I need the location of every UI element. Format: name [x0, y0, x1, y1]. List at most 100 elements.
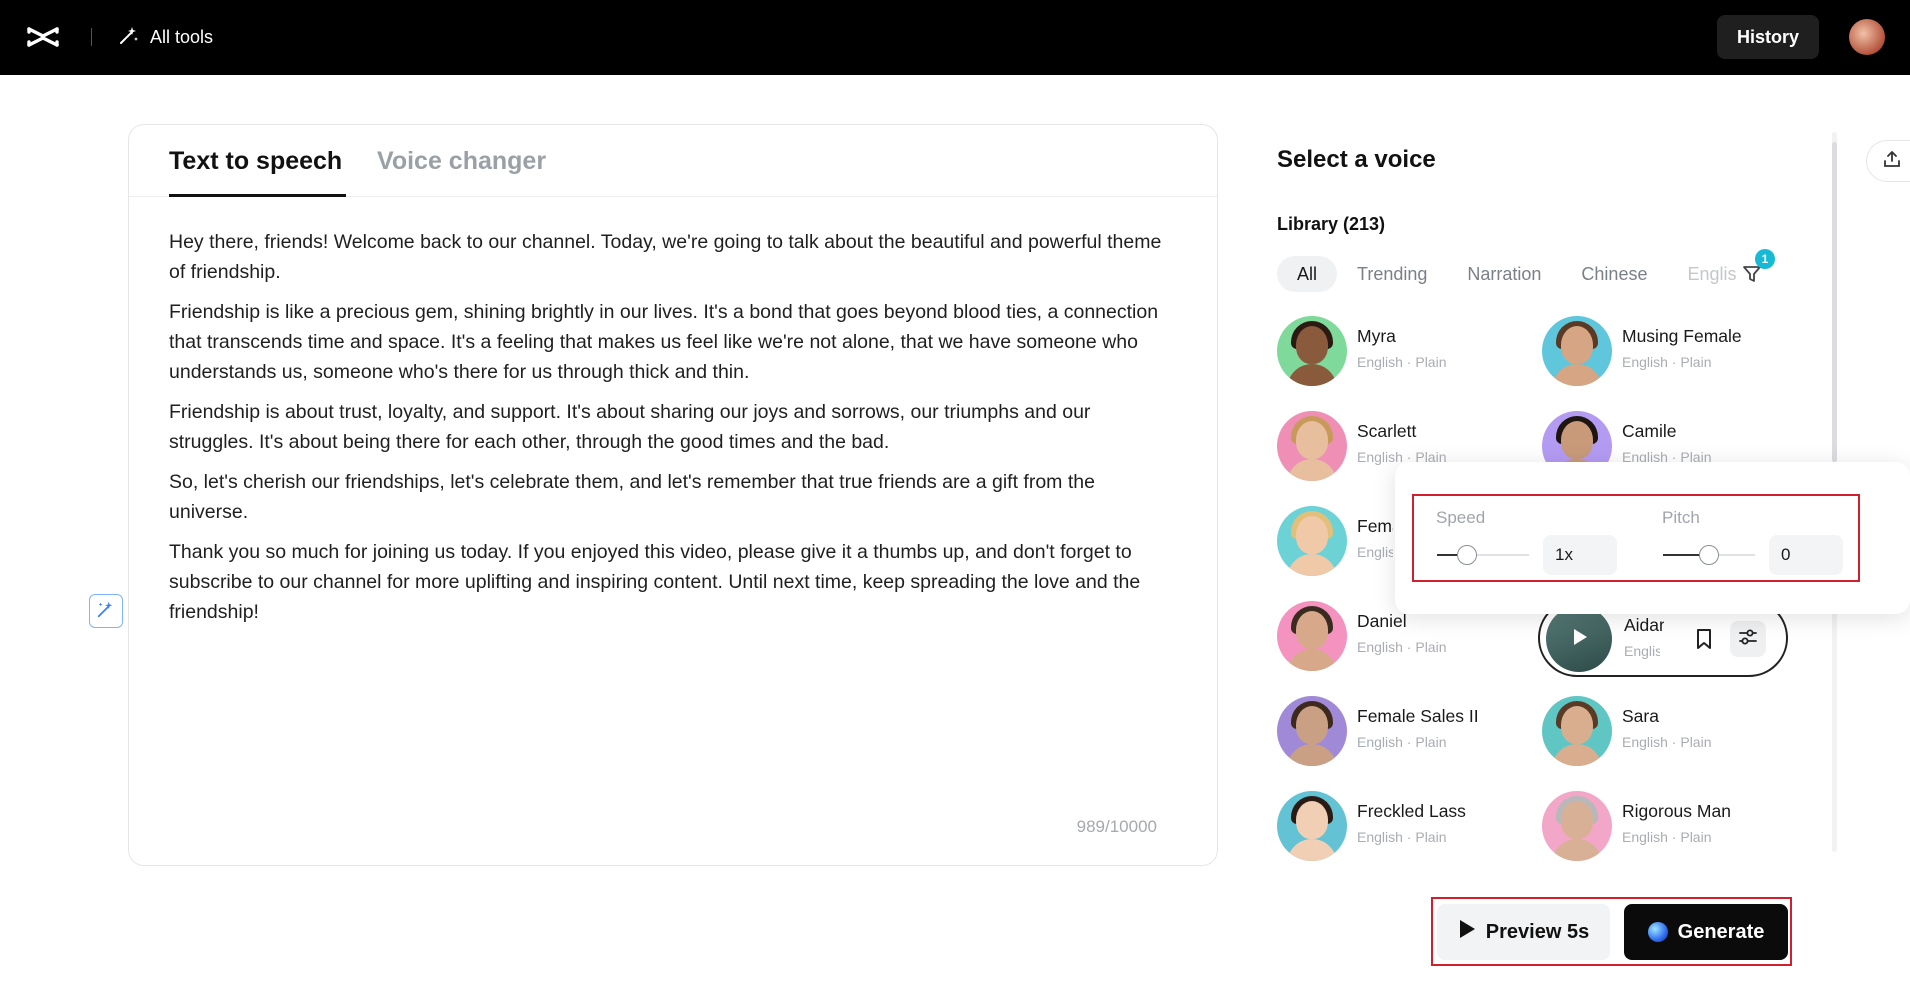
voice-item[interactable]: Sara English · Plain	[1542, 696, 1782, 768]
play-icon[interactable]	[1568, 626, 1590, 653]
voice-name: Musing Female	[1622, 326, 1742, 346]
voice-settings-button[interactable]	[1730, 621, 1766, 657]
voice-item[interactable]: Musing Female English · Plain	[1542, 316, 1782, 388]
script-paragraph: Thank you so much for joining us today. …	[169, 541, 1141, 623]
capcut-logo[interactable]	[26, 22, 60, 52]
top-bar: All tools History	[0, 0, 1910, 75]
voice-subtitle: English · Plain	[1357, 829, 1447, 845]
avatar-body	[1287, 364, 1337, 386]
voice-subtitle: English · Plain	[1622, 734, 1712, 750]
pitch-value-input[interactable]: 0	[1769, 535, 1843, 575]
generate-button[interactable]: Generate	[1624, 904, 1788, 960]
voice-subtitle: English · Plain	[1624, 643, 1660, 659]
voice-item[interactable]: Female Sales II English · Plain	[1277, 696, 1517, 768]
avatar-face	[1296, 421, 1328, 459]
tab-voice-changer[interactable]: Voice changer	[377, 147, 546, 176]
user-avatar[interactable]	[1849, 19, 1885, 55]
upload-icon	[1881, 148, 1903, 175]
script-paragraph: Friendship is about trust, loyalty, and …	[169, 401, 1091, 453]
voice-subtitle: English · Plain	[1357, 734, 1447, 750]
voice-avatar	[1277, 791, 1347, 861]
avatar-face	[1561, 801, 1593, 839]
speed-value-input[interactable]: 1x	[1543, 535, 1617, 575]
filter-chip-all[interactable]: All	[1277, 256, 1338, 292]
upload-voice-button[interactable]	[1866, 140, 1910, 182]
library-title: Library (213)	[1277, 214, 1386, 234]
preview-button[interactable]: Preview 5s	[1437, 904, 1610, 960]
voice-avatar	[1542, 696, 1612, 766]
avatar-face	[1561, 421, 1593, 459]
avatar-body	[1287, 649, 1337, 671]
voice-name: Female	[1357, 516, 1393, 536]
sliders-icon	[1737, 626, 1759, 653]
script-text-area[interactable]: Hey there, friends! Welcome back to our …	[169, 227, 1179, 637]
avatar-body	[1287, 839, 1337, 861]
avatar-face	[1296, 326, 1328, 364]
voice-avatar	[1542, 791, 1612, 861]
voice-avatar	[1277, 411, 1347, 481]
ai-write-button[interactable]	[89, 594, 123, 628]
voice-name: Sara	[1622, 706, 1659, 726]
speed-label: Speed	[1436, 508, 1486, 527]
avatar-face	[1296, 801, 1328, 839]
all-tools-button[interactable]: All tools	[118, 22, 213, 52]
voice-subtitle: English · Plain	[1622, 354, 1712, 370]
avatar-body	[1552, 364, 1602, 386]
voice-name: Female Sales II	[1357, 706, 1479, 726]
voice-item[interactable]: Myra English · Plain	[1277, 316, 1517, 388]
voice-avatar	[1542, 316, 1612, 386]
generate-label: Generate	[1677, 920, 1765, 943]
active-tab-underline	[169, 194, 346, 197]
pitch-slider-knob[interactable]	[1699, 545, 1719, 565]
filter-chip-trending[interactable]: Trending	[1337, 256, 1447, 292]
voice-name: Daniel	[1357, 611, 1407, 631]
text-editor-card: Text to speech Voice changer Hey there, …	[128, 124, 1218, 866]
voice-list-scroll-thumb[interactable]	[1832, 142, 1837, 462]
history-button[interactable]: History	[1717, 15, 1819, 59]
voice-subtitle: English · Plain	[1357, 354, 1447, 370]
avatar-face	[1296, 611, 1328, 649]
generate-orb-icon	[1647, 922, 1668, 942]
avatar-body	[1552, 744, 1602, 766]
filter-chip-chinese[interactable]: Chinese	[1561, 256, 1667, 292]
voice-avatar	[1277, 601, 1347, 671]
voice-avatar	[1277, 696, 1347, 766]
filter-count-badge: 1	[1755, 249, 1775, 269]
topbar-divider	[91, 28, 92, 46]
character-count: 989/10000	[1076, 817, 1157, 836]
play-icon	[1458, 919, 1476, 945]
tab-text-to-speech[interactable]: Text to speech	[169, 147, 342, 176]
avatar-face	[1296, 516, 1328, 554]
mode-tabs: Text to speech Voice changer	[129, 125, 1217, 197]
avatar-body	[1287, 744, 1337, 766]
all-tools-label: All tools	[150, 26, 214, 47]
magic-wand-icon	[118, 24, 140, 51]
voice-name: Freckled Lass	[1357, 801, 1466, 821]
voice-name: Scarlett	[1357, 421, 1417, 441]
voice-avatar	[1546, 606, 1612, 672]
voice-name: Aidan	[1624, 615, 1664, 635]
magic-wand-icon	[96, 599, 116, 624]
script-paragraph: So, let's cherish our friendships, let's…	[169, 471, 1095, 523]
voice-subtitle: English · Plain	[1357, 544, 1393, 560]
voice-avatar	[1277, 316, 1347, 386]
voice-filter-chips: All Trending Narration Chinese Englis	[1277, 256, 1767, 292]
avatar-face	[1561, 706, 1593, 744]
avatar-body	[1287, 459, 1337, 481]
bookmark-icon[interactable]	[1690, 625, 1718, 653]
speed-slider-knob[interactable]	[1457, 545, 1477, 565]
voice-name: Camile	[1622, 421, 1677, 441]
voice-item[interactable]: Freckled Lass English · Plain	[1277, 791, 1517, 863]
voice-name: Rigorous Man	[1622, 801, 1731, 821]
avatar-face	[1296, 706, 1328, 744]
avatar-body	[1552, 839, 1602, 861]
voice-subtitle: English · Plain	[1622, 829, 1712, 845]
script-paragraph: Hey there, friends! Welcome back to our …	[169, 231, 1162, 283]
avatar-face	[1561, 326, 1593, 364]
voice-item[interactable]: Rigorous Man English · Plain	[1542, 791, 1782, 863]
select-voice-title: Select a voice	[1277, 146, 1436, 173]
preview-label: Preview 5s	[1485, 920, 1590, 943]
avatar-body	[1287, 554, 1337, 576]
filter-chip-narration[interactable]: Narration	[1447, 256, 1561, 292]
voice-name: Myra	[1357, 326, 1396, 346]
